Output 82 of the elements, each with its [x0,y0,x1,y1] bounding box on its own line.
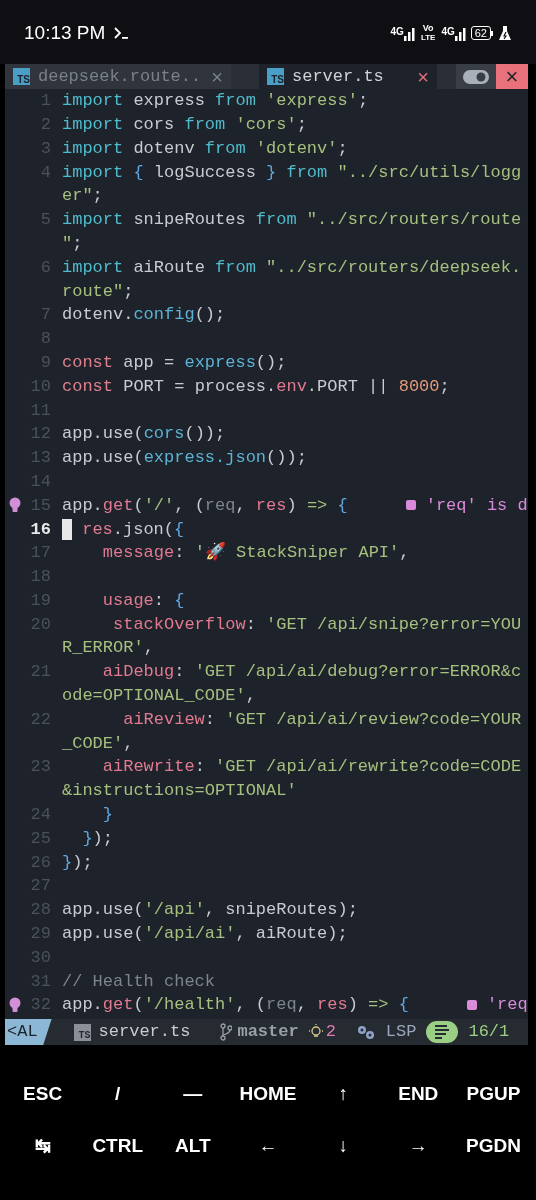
code-line: app.get('/', (req, res) => { [61,494,348,517]
code-line: }); [61,851,93,874]
code-line: res.json({ [81,518,185,541]
battery-indicator: 62 [470,26,491,40]
keyboard-key[interactable]: ← [230,1131,306,1160]
diagnostic-message: 'req [486,994,528,1017]
signal-icon [454,25,466,41]
toggle-icon [463,69,489,84]
keyboard-key[interactable]: HOME [230,1079,306,1108]
lsp-status: LSP [385,1021,417,1044]
editor-tab[interactable]: TS server.ts × [259,64,437,89]
tab-label: server.ts [292,65,384,88]
volte-label: Vo [422,24,434,33]
code-line: _CODE', [61,732,134,755]
code-line: import aiRoute from "../src/routers/deepseek. [61,256,522,279]
gears-icon [355,1024,376,1041]
code-line: stackOverflow: 'GET /api/snipe?error=YOU [112,613,522,636]
text-cursor [62,518,72,540]
code-line: const PORT = process.env.PORT || 8000; [61,375,450,398]
code-line: dotenv.config(); [61,304,226,327]
code-line: &instructions=OPTIONAL' [61,780,297,803]
keyboard-key[interactable]: ↹ [5,1131,81,1160]
line-number: 16 [30,518,51,541]
code-line: aiDebug: 'GET /api/ai/debug?error=ERROR&c [101,661,522,684]
typescript-file-icon: TS [267,68,284,85]
code-line: const app = express(); [61,351,287,374]
keyboard-key[interactable]: ↑ [305,1079,381,1108]
code-line: // Health check [61,970,216,993]
branch-icon [220,1023,233,1042]
diagnostic-icon [405,500,416,511]
code-line: route"; [61,280,134,303]
keyboard-key[interactable]: PGDN [455,1131,531,1160]
typescript-file-icon: TS [13,68,30,85]
keyboard-key[interactable]: — [155,1079,231,1108]
hint-count: 2 [325,1021,336,1044]
code-line: ode=OPTIONAL_CODE', [61,685,256,708]
code-line: app.use('/api/ai', aiRoute); [61,923,348,946]
cursor-position: 16/1 [468,1021,510,1044]
branch-name: master [237,1021,299,1044]
code-line: er"; [61,185,103,208]
keyboard-key[interactable]: ALT [155,1131,231,1160]
close-button[interactable]: × [496,64,528,89]
code-line: app.use(cors()); [61,423,226,446]
mode-indicator: <AL [5,1019,52,1046]
signal-icon [403,25,415,41]
diagnostic-icon [466,1000,477,1011]
file-name: server.ts [98,1021,191,1044]
code-line: } [101,804,113,827]
network-type: 4G [441,25,455,39]
code-line: import dotenv from 'dotenv'; [61,137,348,160]
diagnostic-message: 'req' is d [425,494,528,517]
network-type: 4G [390,25,404,39]
code-line: aiReview: 'GET /api/ai/review?code=YOUR [122,708,522,731]
code-line: usage: { [101,589,185,612]
tab-label: deepseek.route.. [38,65,202,88]
keyboard-key[interactable]: END [380,1079,456,1108]
code-line: }); [81,827,113,850]
terminal-icon [113,26,130,40]
keyboard-key[interactable]: ↓ [305,1131,381,1160]
code-line: import { logSuccess } from "../src/utils/logg [61,161,522,184]
code-line: import snipeRoutes from "../src/routers/route [61,209,522,232]
code-line: import express from 'express'; [61,90,369,113]
code-line: import cors from 'cors'; [61,113,307,136]
keyboard-key[interactable]: → [380,1131,456,1160]
clock-time: 10:13 PM [24,20,106,45]
keyboard-key[interactable]: PGUP [455,1079,531,1108]
keyboard-key[interactable]: / [80,1079,156,1108]
code-line: "; [61,232,83,255]
tab-close-icon[interactable]: × [417,61,429,92]
editor-tab[interactable]: TS deepseek.route.. × [5,64,231,89]
keyboard-key[interactable]: CTRL [80,1131,156,1160]
toggle-button[interactable] [456,64,496,89]
code-line: R_ERROR', [61,637,154,660]
code-line: app.use(express.json()); [61,447,307,470]
code-line: aiRewrite: 'GET /api/ai/rewrite?code=CODE [101,756,522,779]
code-line: message: '🚀 StackSniper API', [101,541,410,565]
typescript-file-icon: TS [73,1023,91,1041]
code-line: app.use('/api', snipeRoutes); [61,899,358,922]
code-line: app.get('/health', (req, res) => { [61,994,409,1017]
volte-label: LTE [420,33,436,42]
keyboard-key[interactable]: ESC [5,1079,81,1108]
flask-icon [498,25,512,41]
